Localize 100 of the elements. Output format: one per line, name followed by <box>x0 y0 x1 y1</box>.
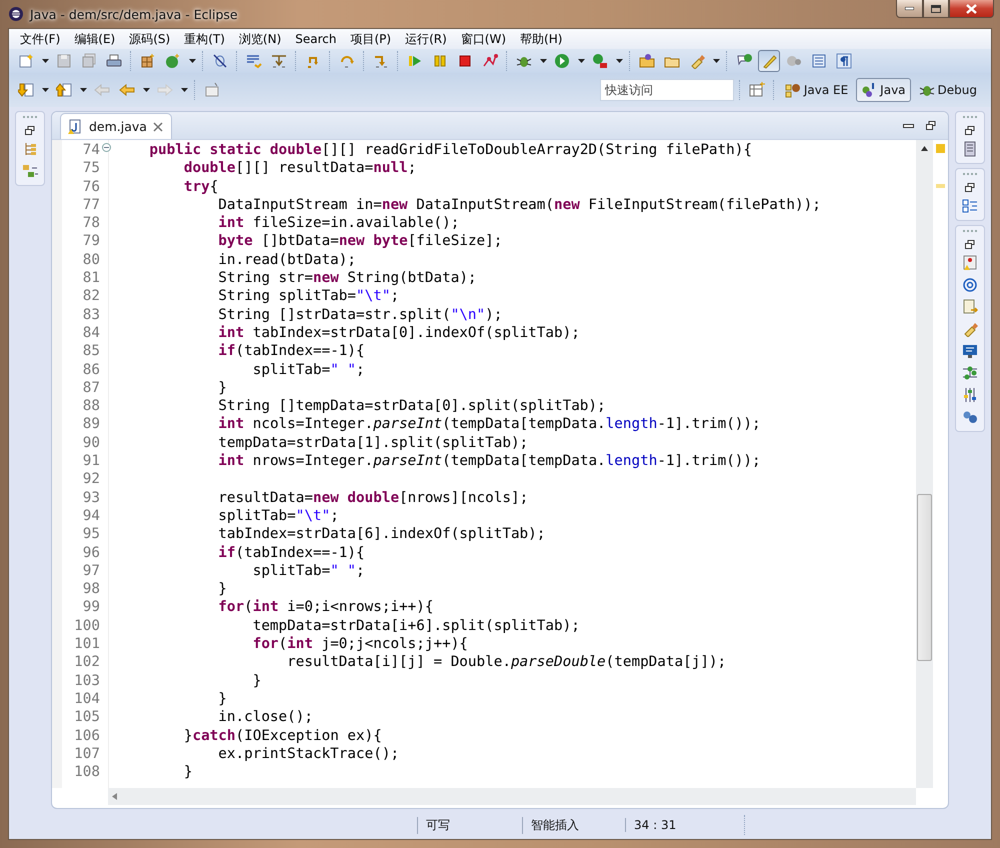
line-number: 103 <box>73 672 101 690</box>
fold-icon[interactable] <box>102 143 111 152</box>
close-button[interactable] <box>949 0 994 18</box>
close-icon[interactable] <box>152 122 163 132</box>
restore-icon[interactable] <box>965 240 975 249</box>
line-number: 80 <box>82 250 101 270</box>
menu-item[interactable]: 文件(F) <box>13 30 68 48</box>
restore-icon[interactable] <box>926 121 936 130</box>
code-line: } <box>217 690 227 708</box>
curved-arrow-icon <box>339 53 355 69</box>
play-toolbox-icon <box>592 53 608 69</box>
code-line: resultData[i][j] = Double.parseDouble(tempData[j]); <box>286 653 726 672</box>
caret-icon <box>616 59 622 63</box>
up-arrow-icon[interactable] <box>921 146 928 151</box>
tab-label: dem.java <box>89 119 147 134</box>
code-line: try{ <box>182 178 218 196</box>
caret-icon <box>540 59 546 63</box>
perspective-button[interactable]: Java <box>856 78 911 102</box>
line-number: 95 <box>82 525 101 544</box>
code-line: resultData=new double[nrows][ncols]; <box>217 488 528 507</box>
scrollbar-thumb[interactable] <box>917 494 932 661</box>
caret-icon <box>712 59 720 63</box>
code-line: String []tempData=strData[0].split(splitTab); <box>217 397 606 416</box>
code-line: double[][] resultData=null; <box>182 159 416 178</box>
monitor-icon <box>962 343 978 359</box>
code-line: public static double[][] readGridFileToDoubleArray2D(String filePath){ <box>148 141 752 160</box>
line-number: 104 <box>73 690 101 708</box>
save-all-icon <box>81 53 97 69</box>
line-number: 97 <box>82 562 101 580</box>
code-line: splitTab="\t"; <box>217 506 339 526</box>
menu-item[interactable]: Search <box>288 32 344 46</box>
new-file-icon <box>18 53 34 69</box>
horizontal-scrollbar[interactable] <box>108 788 916 805</box>
package-tree-icon <box>22 163 38 179</box>
window-title: Java - dem/src/dem.java - Eclipse <box>30 6 238 22</box>
code-line: splitTab=" "; <box>252 562 365 580</box>
line-number: 101 <box>73 635 101 654</box>
line-number: 106 <box>73 726 101 745</box>
menu-item[interactable]: 浏览(N) <box>232 30 288 48</box>
line-number: 107 <box>73 744 101 764</box>
quick-access-field[interactable]: 快速访问 <box>600 79 734 101</box>
menu-item[interactable]: 重构(T) <box>177 30 232 48</box>
code-line: String splitTab="\t"; <box>217 287 400 306</box>
sliders-icon <box>962 387 978 403</box>
document-arrow-icon <box>962 299 978 315</box>
code-line: splitTab=" "; <box>252 360 365 379</box>
menu-item[interactable]: 窗口(W) <box>454 30 514 48</box>
pin-window-icon <box>204 82 220 98</box>
line-number: 98 <box>82 580 101 598</box>
caret-icon <box>188 59 196 63</box>
menu-item[interactable]: 运行(R) <box>398 30 454 48</box>
line-number: 96 <box>82 544 101 562</box>
code-line: int nrows=Integer.parseInt(tempData[tempData.length-1].trim()); <box>217 452 761 470</box>
menu-item[interactable]: 源码(S) <box>122 30 178 48</box>
pilcrow-icon <box>836 53 852 69</box>
maximize-button[interactable] <box>923 0 949 18</box>
return-arrow-icon <box>373 53 389 69</box>
line-number: 78 <box>82 214 101 232</box>
editor-tab[interactable]: dem.java <box>60 113 172 139</box>
vertical-scrollbar[interactable] <box>916 140 933 788</box>
line-number: 100 <box>73 616 101 636</box>
line-number: 87 <box>82 378 101 398</box>
close-icon <box>966 4 977 14</box>
line-number: 102 <box>73 653 101 672</box>
line-number: 77 <box>82 196 101 214</box>
menu-item[interactable]: 帮助(H) <box>513 30 570 48</box>
table-plus-icon <box>748 82 765 98</box>
line-number: 94 <box>82 506 101 526</box>
perspective-button[interactable]: Debug <box>914 78 982 102</box>
code-line: in.close(); <box>217 708 313 726</box>
code-line: tempData=strData[1].split(splitTab); <box>217 434 528 452</box>
line-number: 79 <box>82 232 101 251</box>
menu-item[interactable]: 编辑(E) <box>67 30 122 48</box>
line-number: 76 <box>82 178 101 196</box>
play-icon <box>407 53 423 69</box>
code-line: tabIndex=strData[6].indexOf(splitTab); <box>217 525 546 544</box>
code-line: tempData=strData[i+6].split(splitTab); <box>252 616 580 636</box>
code-line: for(int i=0;i<nrows;i++){ <box>217 598 434 617</box>
code-line: byte []btData=new byte[fileSize]; <box>217 232 502 251</box>
code-line: ex.printStackTrace(); <box>217 744 400 764</box>
left-arrow-icon[interactable] <box>112 793 117 800</box>
minimize-icon[interactable] <box>903 124 914 128</box>
folder-icon <box>639 53 655 69</box>
printer-icon <box>106 53 122 69</box>
pause-icon <box>432 53 448 69</box>
perspective-button[interactable]: Java EE <box>780 78 854 102</box>
block-selection-icon <box>811 53 827 69</box>
minimize-button[interactable] <box>896 0 923 18</box>
restore-icon[interactable] <box>965 183 975 192</box>
linked-circles-icon <box>962 409 978 425</box>
status-text: 可写 <box>417 816 522 834</box>
code-line: int tabIndex=strData[0].indexOf(splitTab); <box>217 324 580 342</box>
line-number: 91 <box>82 452 101 470</box>
grid-icon <box>140 53 156 69</box>
caret-icon <box>42 88 48 92</box>
code-line: } <box>182 763 192 782</box>
restore-icon[interactable] <box>25 126 35 135</box>
maximize-icon <box>931 4 941 12</box>
menu-item[interactable]: 项目(P) <box>343 30 398 48</box>
restore-icon[interactable] <box>965 126 975 135</box>
